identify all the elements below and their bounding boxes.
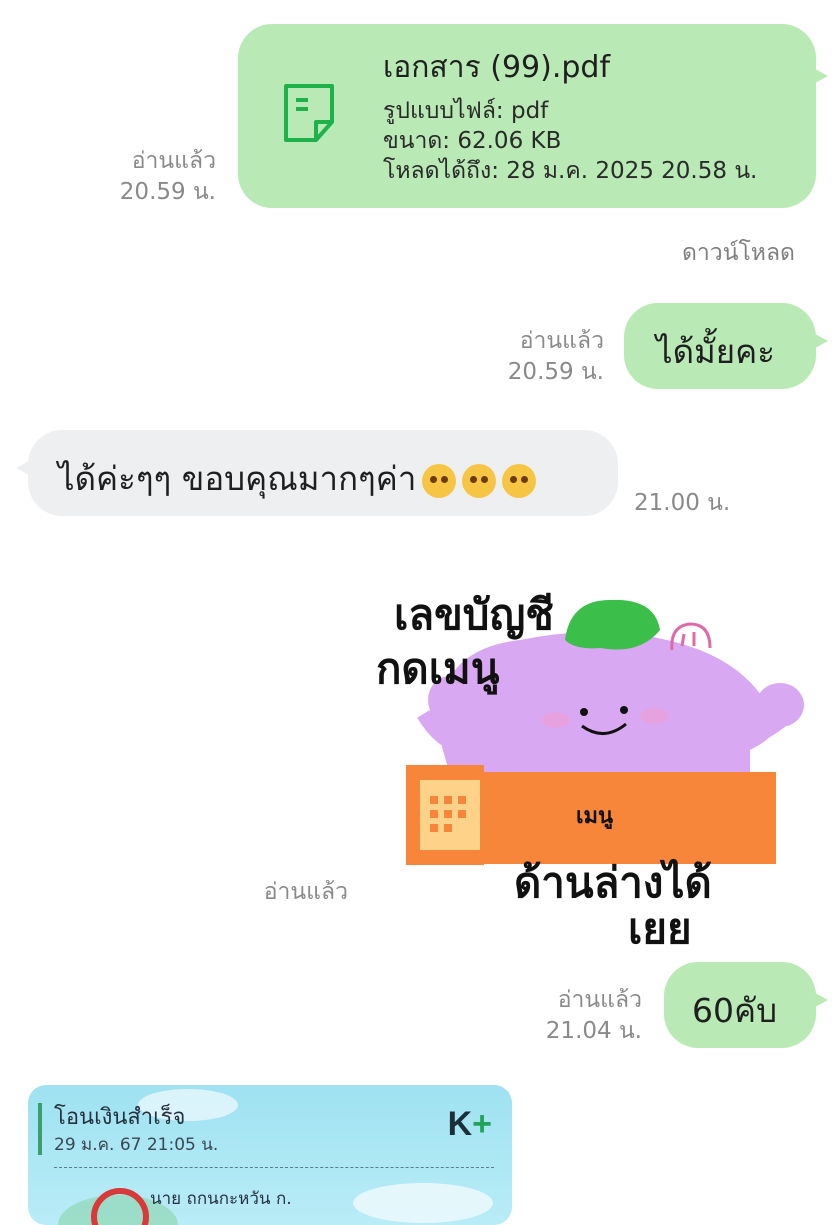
kplus-logo: K+ <box>447 1105 492 1143</box>
file-name: เอกสาร (99).pdf <box>383 50 611 85</box>
slip-recipient-name: นาย ถกนกะหวัน ก. <box>150 1189 292 1209</box>
message-time: 21.00 น. <box>634 490 731 516</box>
file-size: ขนาด: 62.06 KB <box>383 128 562 154</box>
document-icon <box>284 84 334 142</box>
slip-title: โอนเงินสำเร็จ <box>54 1105 186 1130</box>
file-type: รูปแบบไฟล์: pdf <box>383 98 549 124</box>
read-receipt: อ่านแล้ว 21.04 น. <box>545 987 642 1044</box>
incoming-message[interactable]: ได้ค่ะๆๆ ขอบคุณมากๆค่า <box>16 430 618 516</box>
message-text: ได้ค่ะๆๆ ขอบคุณมากๆค่า <box>58 452 537 505</box>
pleading-face-icon <box>422 463 457 498</box>
pleading-face-icon <box>502 463 537 498</box>
download-link[interactable]: ดาวน์โหลด <box>682 235 795 271</box>
outgoing-message[interactable]: 60คับ <box>664 962 828 1048</box>
message-text: ได้มั้ยคะ <box>656 332 775 371</box>
slip-date: 29 ม.ค. 67 21:05 น. <box>54 1135 219 1155</box>
read-receipt: อ่านแล้ว <box>263 879 348 905</box>
sticker-text: เมนู <box>576 804 614 829</box>
read-receipt: อ่านแล้ว 20.59 น. <box>507 328 604 385</box>
sticker[interactable]: เลขบัญชี กดเมนู เมนู ด้านล่างได้ เยย <box>370 560 815 953</box>
message-text: 60คับ <box>692 991 778 1030</box>
outgoing-message[interactable]: ได้มั้ยคะ <box>624 303 828 389</box>
pleading-face-icon <box>462 463 497 498</box>
sticker-text: เยย <box>628 904 692 953</box>
transfer-slip-image[interactable]: โอนเงินสำเร็จ 29 ม.ค. 67 21:05 น. K+ นาย… <box>28 1085 512 1225</box>
sticker-text: กดเมนู <box>376 644 500 693</box>
slip-accent-bar <box>38 1103 42 1155</box>
file-message-bubble[interactable]: เอกสาร (99).pdf รูปแบบไฟล์: pdf ขนาด: 62… <box>238 24 828 208</box>
read-receipt: อ่านแล้ว 20.59 น. <box>119 148 216 205</box>
file-expiry: โหลดได้ถึง: 28 ม.ค. 2025 20.58 น. <box>383 158 758 184</box>
slip-divider <box>54 1167 494 1168</box>
